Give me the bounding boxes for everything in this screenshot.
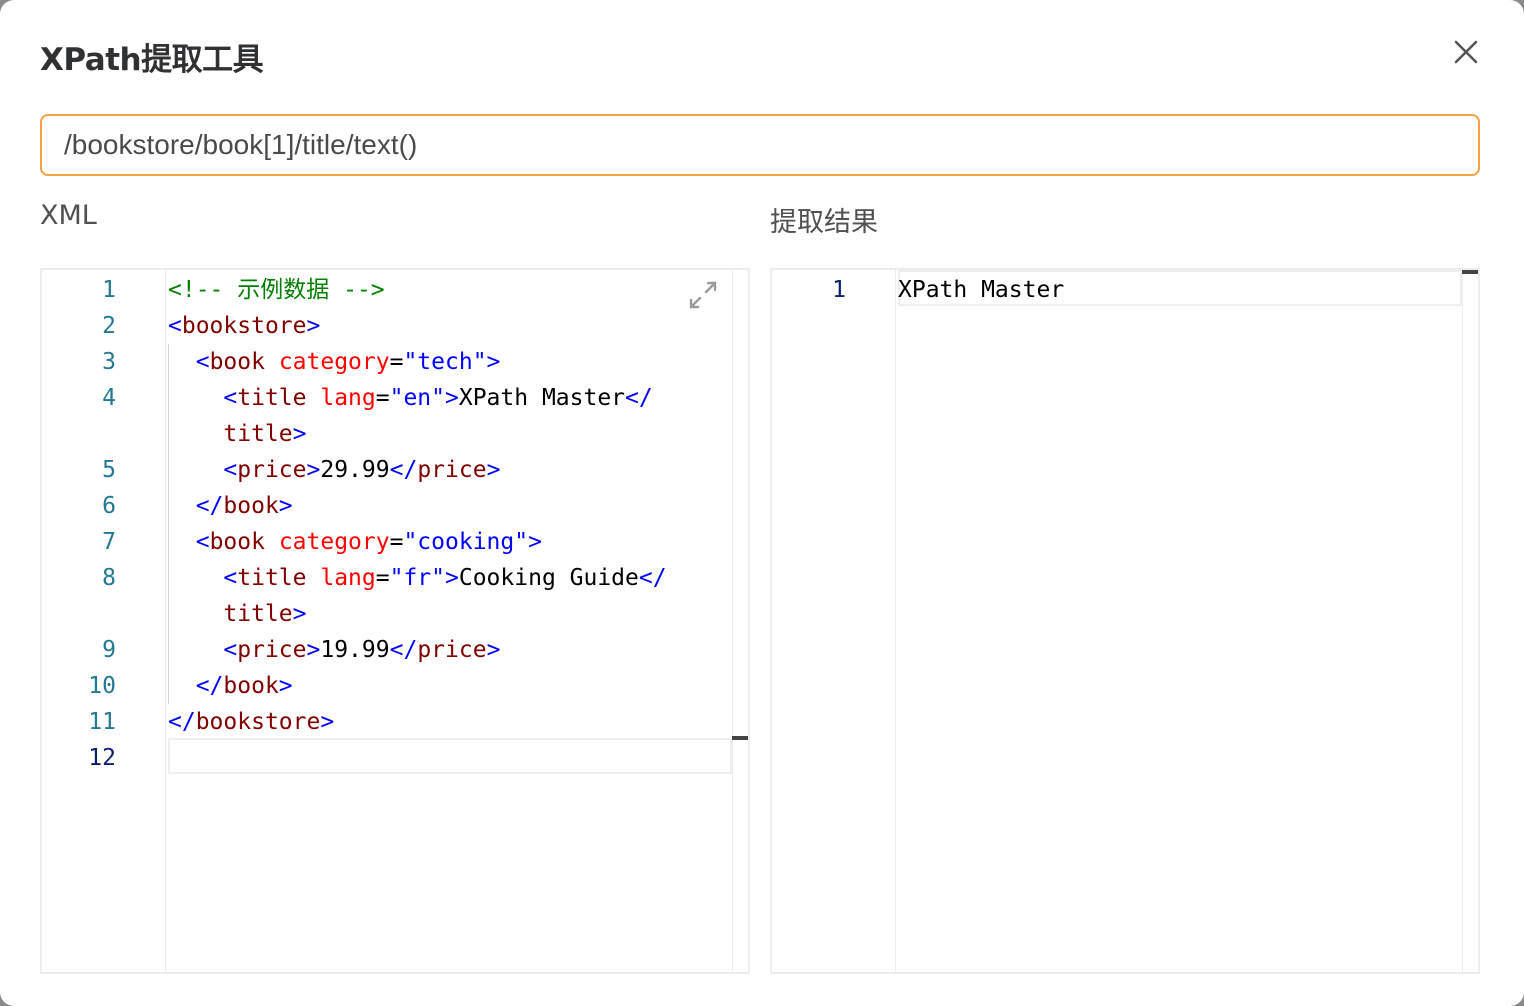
result-pane-label: 提取结果: [770, 207, 878, 238]
code-line: <!-- 示例数据 -->: [168, 277, 385, 303]
xml-editor[interactable]: 1 2 3 4 5 6 7 8 9 10 11 12 <!-- 示例数据 -->…: [40, 268, 750, 974]
close-icon: [1454, 40, 1478, 64]
line-number-active: 12: [88, 745, 116, 771]
line-number-gutter: 1: [772, 270, 896, 972]
expand-icon: [689, 281, 717, 309]
scrollbar-position-marker: [1462, 270, 1478, 274]
code-line: <price>19.99</price>: [223, 637, 501, 663]
result-line: XPath Master: [898, 277, 1065, 303]
xml-pane-label: XML: [40, 200, 97, 231]
expand-button[interactable]: [686, 278, 720, 312]
line-number: 10: [88, 673, 116, 699]
line-number: 5: [102, 457, 116, 483]
result-editor[interactable]: 1 XPath Master: [770, 268, 1480, 974]
code-line: <bookstore>: [168, 313, 321, 339]
line-number-gutter: 1 2 3 4 5 6 7 8 9 10 11 12: [42, 270, 166, 972]
line-number: 8: [102, 565, 116, 591]
result-code-area[interactable]: XPath Master: [898, 270, 1462, 972]
code-line-wrap: title>: [223, 601, 307, 627]
xpath-dialog: XPath提取工具 XML 提取结果 1 2 3 4 5 6 7 8 9 10 …: [0, 0, 1524, 1006]
dialog-title: XPath提取工具: [40, 42, 264, 78]
line-number: 3: [102, 349, 116, 375]
line-number: 9: [102, 637, 116, 663]
line-number: 11: [88, 709, 116, 735]
line-number-active: 1: [832, 277, 846, 303]
code-line: <book category="tech">: [195, 349, 501, 375]
code-line: <title lang="en">XPath Master</: [223, 385, 653, 411]
code-line: </book>: [195, 493, 293, 519]
code-line: <book category="cooking">: [195, 529, 542, 555]
line-number: 4: [102, 385, 116, 411]
close-button[interactable]: [1448, 34, 1484, 70]
line-number: 1: [102, 277, 116, 303]
vertical-scrollbar[interactable]: [732, 270, 748, 972]
xpath-input[interactable]: [40, 114, 1480, 176]
code-line: <title lang="fr">Cooking Guide</: [223, 565, 667, 591]
code-line-wrap: title>: [223, 421, 307, 447]
xml-code-area[interactable]: <!-- 示例数据 --> <bookstore> <book category…: [168, 270, 732, 972]
code-line: </bookstore>: [168, 709, 335, 735]
line-number: 6: [102, 493, 116, 519]
line-number: 7: [102, 529, 116, 555]
vertical-scrollbar[interactable]: [1462, 270, 1478, 972]
line-number: 2: [102, 313, 116, 339]
current-line-highlight: [168, 738, 732, 774]
code-line: <price>29.99</price>: [223, 457, 501, 483]
scrollbar-position-marker: [732, 736, 748, 740]
code-line: </book>: [195, 673, 293, 699]
